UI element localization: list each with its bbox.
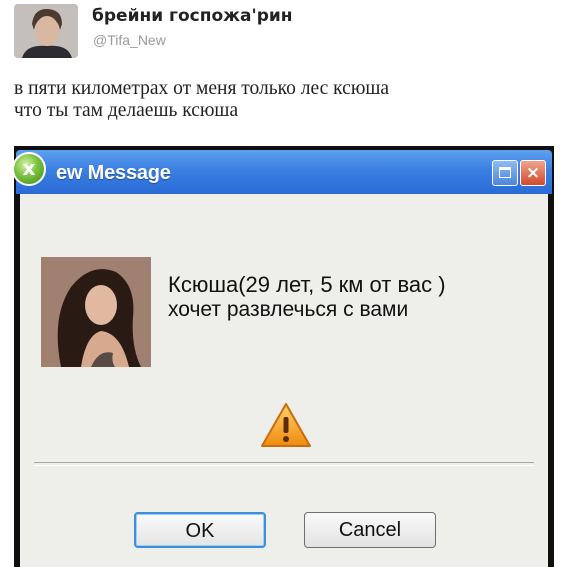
dialog-title: ew Message xyxy=(56,162,171,184)
ok-button[interactable]: OK xyxy=(134,512,266,548)
tweet-line: что ты там делаешь ксюша xyxy=(14,100,239,121)
user-avatar[interactable] xyxy=(14,4,78,58)
tweet-text: в пяти километрах от меня только лес ксю… xyxy=(14,78,554,122)
dialog-divider xyxy=(34,462,534,466)
cancel-button[interactable]: Cancel xyxy=(304,512,436,548)
tweet-line: в пяти километрах от меня только лес ксю… xyxy=(14,78,390,99)
close-icon: × xyxy=(525,163,541,183)
message-dialog: ew Message × x Ксюша(29 лет, 5 км от вас… xyxy=(14,146,554,567)
display-name[interactable]: брейни госпожа'рин xyxy=(92,6,293,26)
close-button[interactable]: × xyxy=(520,160,546,186)
profile-photo xyxy=(41,257,151,367)
notice-name: Ксюша(29 лет, 5 км от вас ) xyxy=(168,272,446,297)
user-handle[interactable]: @Tifa_New xyxy=(93,32,166,48)
notice-text: хочет развлечься с вами xyxy=(168,298,409,321)
maximize-button[interactable] xyxy=(492,160,518,186)
maximize-icon xyxy=(493,161,517,185)
dialog-titlebar[interactable]: ew Message × xyxy=(16,150,552,194)
warning-icon xyxy=(261,403,311,447)
dialog-body: Ксюша(29 лет, 5 км от вас ) хочет развле… xyxy=(20,194,548,567)
